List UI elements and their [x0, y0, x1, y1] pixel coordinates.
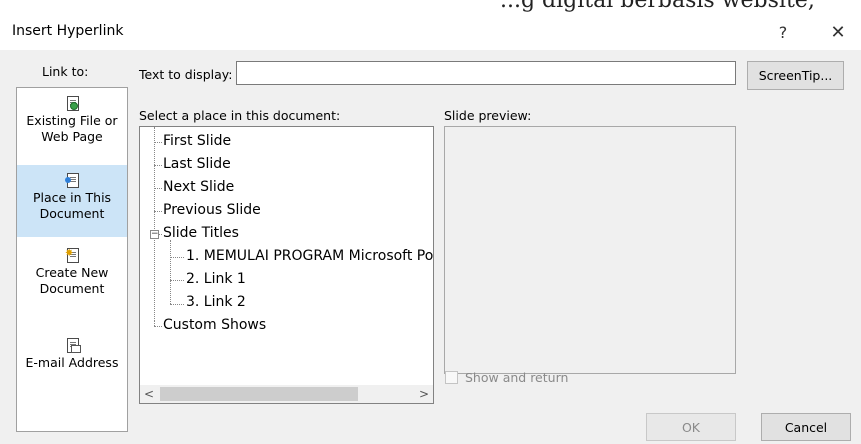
create-new-document-icon: ✸ [65, 248, 79, 263]
help-button[interactable]: ? [763, 14, 803, 50]
email-address-icon [65, 338, 81, 353]
scroll-thumb[interactable] [160, 387, 358, 401]
link-existing-file[interactable]: Existing File or Web Page [17, 96, 127, 162]
background-text: ...g digital berbasis website, [500, 0, 815, 13]
scroll-left-icon[interactable]: < [140, 385, 158, 403]
link-existing-file-label-2: Web Page [41, 129, 103, 144]
collapse-icon[interactable]: − [150, 230, 159, 239]
link-to-label: Link to: [42, 64, 89, 79]
place-in-document-icon [65, 173, 79, 188]
title-bar: Insert Hyperlink ? ✕ [0, 14, 861, 50]
link-email-label: E-mail Address [25, 355, 119, 370]
close-button[interactable]: ✕ [818, 14, 858, 50]
link-create-label-1: Create New [35, 265, 109, 280]
dialog-title: Insert Hyperlink [12, 23, 124, 39]
select-place-label: Select a place in this document: [139, 108, 341, 123]
link-to-panel: Existing File or Web Page Place in This … [16, 87, 128, 432]
document-places-tree[interactable]: First Slide Last Slide Next Slide Previo… [139, 126, 434, 404]
screentip-button[interactable]: ScreenTip... [747, 61, 844, 90]
slide-preview-box [444, 126, 736, 374]
link-place-in-document[interactable]: Place in This Document [17, 165, 127, 237]
tree-item-custom-shows[interactable]: Custom Shows [163, 317, 266, 333]
insert-hyperlink-dialog: Insert Hyperlink ? ✕ Link to: Existing F… [0, 14, 861, 444]
link-place-label-1: Place in This [32, 190, 112, 205]
text-to-display-input[interactable] [236, 61, 736, 85]
tree-item-previous-slide[interactable]: Previous Slide [163, 202, 261, 218]
tree-item-slide-titles[interactable]: Slide Titles [163, 225, 239, 241]
existing-file-icon [65, 96, 79, 111]
background-document-text: ...g digital berbasis website, [0, 0, 861, 14]
show-and-return-checkbox[interactable] [445, 371, 458, 384]
link-place-label-2: Document [39, 206, 105, 221]
cancel-button[interactable]: Cancel [761, 413, 851, 441]
text-to-display-label: Text to display: [139, 67, 233, 82]
tree-content: First Slide Last Slide Next Slide Previo… [140, 127, 433, 385]
link-create-new-document[interactable]: ✸ Create New Document [17, 248, 127, 314]
ok-button[interactable]: OK [646, 413, 736, 441]
tree-item-next-slide[interactable]: Next Slide [163, 179, 234, 195]
tree-item-slide-3[interactable]: 3. Link 2 [186, 294, 246, 310]
scroll-right-icon[interactable]: > [415, 385, 433, 403]
horizontal-scrollbar[interactable]: < > [140, 385, 433, 403]
link-create-label-2: Document [39, 281, 105, 296]
tree-item-slide-2[interactable]: 2. Link 1 [186, 271, 246, 287]
slide-preview-label: Slide preview: [444, 108, 532, 123]
show-and-return-option: Show and return [445, 370, 568, 385]
tree-item-last-slide[interactable]: Last Slide [163, 156, 231, 172]
link-email-address[interactable]: E-mail Address [17, 338, 127, 388]
link-existing-file-label-1: Existing File or [26, 113, 118, 128]
show-and-return-label: Show and return [465, 370, 569, 385]
tree-item-first-slide[interactable]: First Slide [163, 133, 231, 149]
tree-item-slide-1[interactable]: 1. MEMULAI PROGRAM Microsoft Po [186, 248, 433, 264]
